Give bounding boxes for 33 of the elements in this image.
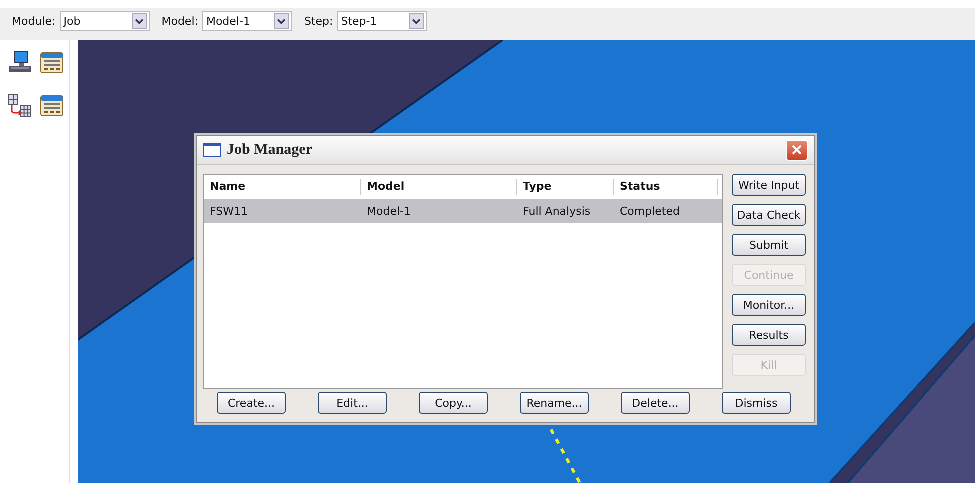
column-header[interactable]: Status <box>614 179 718 195</box>
window-icon <box>203 143 221 157</box>
dropdown[interactable]: Job <box>60 11 150 31</box>
grid-copy-icon[interactable] <box>8 94 32 118</box>
column-header[interactable]: Name <box>204 179 361 195</box>
computer-icon[interactable] <box>8 51 32 75</box>
dialog-button[interactable]: Write Input <box>732 174 806 196</box>
window-list-icon[interactable] <box>40 94 64 118</box>
field-label: Module: <box>12 14 56 28</box>
caret-icon <box>277 18 286 24</box>
dialog-button[interactable]: Submit <box>732 234 806 256</box>
dialog-button[interactable]: Delete... <box>621 392 690 414</box>
column-header[interactable]: Type <box>517 179 614 195</box>
field-label: Model: <box>162 14 198 28</box>
dialog-button[interactable]: Monitor... <box>732 294 806 316</box>
dialog-button[interactable]: Rename... <box>520 392 589 414</box>
field-label: Step: <box>304 14 334 28</box>
caret-icon <box>412 18 422 24</box>
dialog-button[interactable]: Results <box>732 324 806 346</box>
column-header[interactable]: Model <box>361 179 517 195</box>
list-row[interactable]: FSW11 Model-1 Full Analysis Completed <box>204 199 722 223</box>
dialog-button[interactable]: Dismiss <box>722 392 791 414</box>
dialog-button[interactable]: Copy... <box>419 392 488 414</box>
dialog-button[interactable]: Data Check <box>732 204 806 226</box>
caret-icon <box>134 18 144 24</box>
dropdown[interactable]: Step-1 <box>337 11 428 31</box>
window-list-icon[interactable] <box>40 51 64 75</box>
dialog-title: Job Manager <box>227 142 314 158</box>
close-icon <box>791 144 803 156</box>
dialog-button[interactable]: Create... <box>217 392 286 414</box>
dropdown[interactable]: Model-1 <box>202 11 292 31</box>
dialog-button[interactable]: Edit... <box>318 392 387 414</box>
close-button[interactable] <box>786 140 808 160</box>
